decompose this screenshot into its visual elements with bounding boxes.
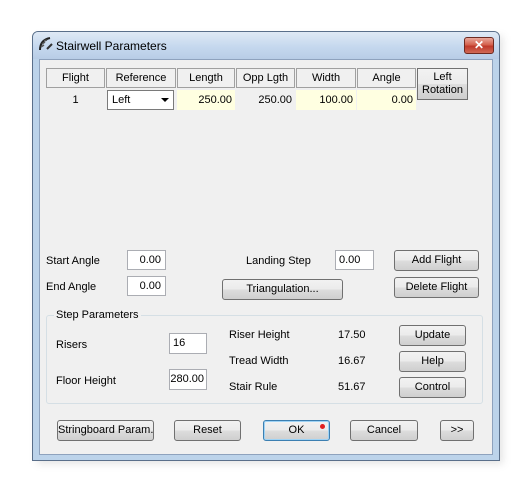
reference-select[interactable]: Left <box>107 90 174 110</box>
dropdown-arrow-icon <box>161 98 169 102</box>
landing-step-input[interactable]: 0.00 <box>335 250 374 270</box>
cancel-button[interactable]: Cancel <box>350 420 418 441</box>
left-rotation-button[interactable]: Left Rotation <box>417 68 468 100</box>
help-button[interactable]: Help <box>399 351 466 372</box>
col-header-angle: Angle <box>357 68 416 88</box>
delete-flight-button[interactable]: Delete Flight <box>394 277 479 298</box>
landing-step-label: Landing Step <box>246 255 311 267</box>
tread-width-label: Tread Width <box>229 355 289 367</box>
risers-label: Risers <box>56 339 88 351</box>
end-angle-input[interactable]: 0.00 <box>127 276 166 296</box>
end-angle-label: End Angle <box>46 281 97 293</box>
tread-width-value: 16.67 <box>338 355 366 367</box>
cell-angle[interactable]: 0.00 <box>357 90 416 110</box>
riser-height-value: 17.50 <box>338 329 366 341</box>
ok-button[interactable]: OK <box>263 420 330 441</box>
col-header-reference: Reference <box>106 68 176 88</box>
window-title: Stairwell Parameters <box>56 39 167 53</box>
reset-button[interactable]: Reset <box>174 420 241 441</box>
floor-height-label: Floor Height <box>56 375 116 387</box>
add-flight-button[interactable]: Add Flight <box>394 250 479 271</box>
cell-length[interactable]: 250.00 <box>177 90 235 110</box>
control-button[interactable]: Control <box>399 377 466 398</box>
col-header-opp-lgth: Opp Lgth <box>236 68 295 88</box>
close-button[interactable]: ✕ <box>464 37 494 54</box>
col-header-width: Width <box>296 68 356 88</box>
triangulation-button[interactable]: Triangulation... <box>222 279 343 300</box>
cell-width[interactable]: 100.00 <box>296 90 356 110</box>
reference-select-value: Left <box>112 94 131 106</box>
cell-flight: 1 <box>72 94 79 106</box>
risers-input[interactable]: 16 <box>169 333 207 354</box>
more-options-button[interactable]: >> <box>440 420 474 441</box>
riser-height-label: Riser Height <box>229 329 290 341</box>
stringboard-param-button[interactable]: Stringboard Param. <box>57 420 154 441</box>
ok-label: OK <box>288 424 305 436</box>
stair-rule-value: 51.67 <box>338 381 366 393</box>
cell-opp-lgth: 250.00 <box>258 94 292 106</box>
start-angle-input[interactable]: 0.00 <box>127 250 166 270</box>
red-dot-icon <box>320 424 325 429</box>
col-header-flight: Flight <box>46 68 105 88</box>
floor-height-input[interactable]: 280.00 <box>169 369 207 390</box>
step-parameters-title: Step Parameters <box>54 309 141 321</box>
start-angle-label: Start Angle <box>46 255 100 267</box>
update-button[interactable]: Update <box>399 325 466 346</box>
stair-rule-label: Stair Rule <box>229 381 278 393</box>
col-header-length: Length <box>177 68 235 88</box>
stair-app-icon <box>38 36 54 52</box>
